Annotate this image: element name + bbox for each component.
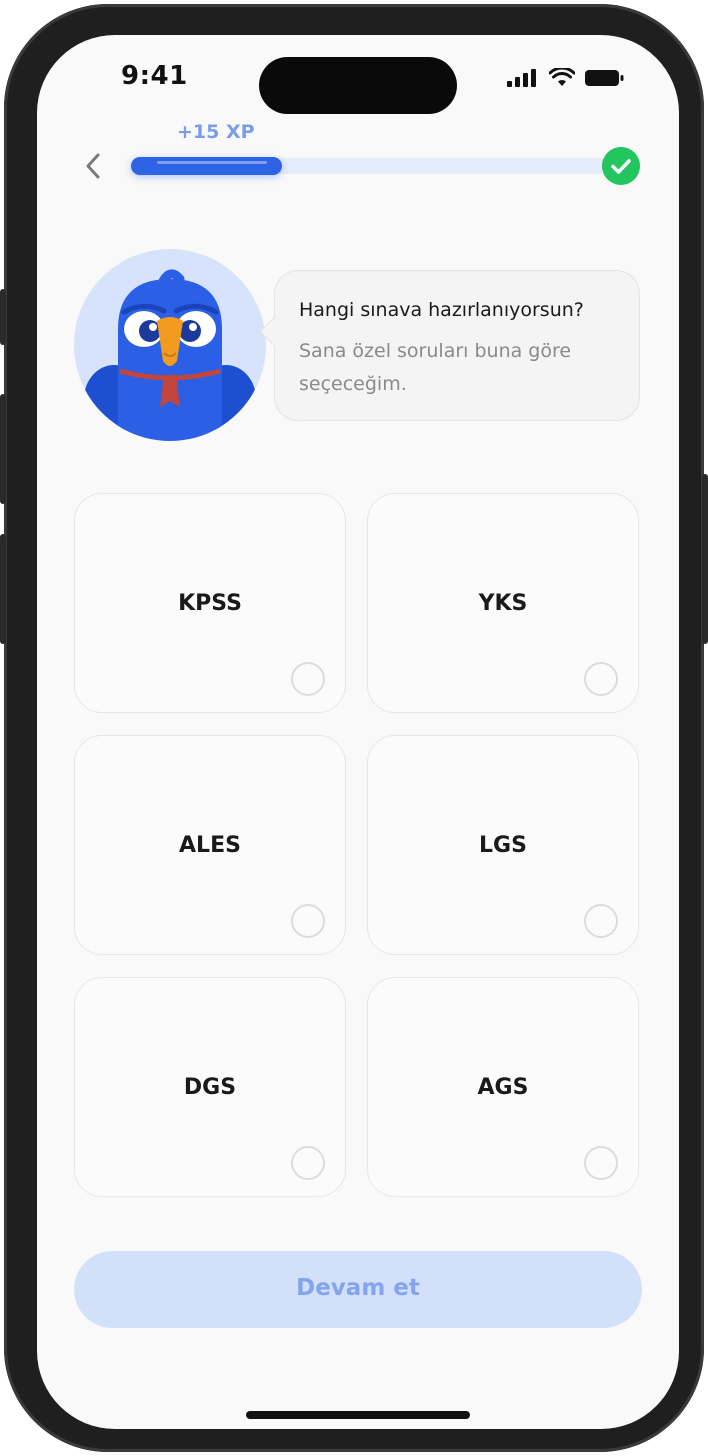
back-chevron-icon[interactable]	[81, 150, 105, 182]
radio-button[interactable]	[291, 662, 325, 696]
option-label: AGS	[477, 1075, 529, 1100]
volume-down-button	[0, 534, 6, 644]
radio-button[interactable]	[584, 1146, 618, 1180]
continue-button-label: Devam et	[296, 1275, 420, 1301]
xp-reward-label: +15 XP	[177, 121, 255, 143]
status-icons	[507, 68, 625, 87]
question-title: Hangi sınava hazırlanıyorsun?	[299, 299, 584, 321]
option-card-lgs[interactable]: LGS	[367, 735, 639, 955]
phone-frame: 9:41 +15 XP Hangi sınava hazırlanıyorsun…	[0, 4, 708, 1452]
home-indicator[interactable]	[246, 1411, 470, 1419]
option-card-yks[interactable]: YKS	[367, 493, 639, 713]
option-label: KPSS	[178, 591, 242, 616]
option-label: LGS	[479, 833, 527, 858]
option-card-kpss[interactable]: KPSS	[74, 493, 346, 713]
option-label: ALES	[179, 833, 241, 858]
bird-mascot-icon	[84, 269, 256, 441]
continue-button[interactable]: Devam et	[74, 1251, 642, 1328]
completion-check-icon	[602, 147, 640, 185]
wifi-icon	[549, 68, 575, 86]
speech-bubble: Hangi sınava hazırlanıyorsun? Sana özel …	[259, 270, 640, 421]
radio-button[interactable]	[584, 662, 618, 696]
status-time: 9:41	[121, 61, 188, 91]
progress-bar-highlight	[157, 161, 267, 164]
dynamic-island	[259, 57, 457, 114]
radio-button[interactable]	[584, 904, 618, 938]
option-label: YKS	[478, 591, 528, 616]
volume-up-button	[0, 394, 6, 504]
battery-icon	[585, 69, 624, 86]
option-card-ales[interactable]: ALES	[74, 735, 346, 955]
radio-button[interactable]	[291, 904, 325, 938]
progress-bar-fill	[131, 157, 283, 175]
cellular-signal-icon	[507, 68, 536, 87]
mascot-avatar	[74, 249, 266, 441]
option-card-ags[interactable]: AGS	[367, 977, 639, 1197]
option-card-dgs[interactable]: DGS	[74, 977, 346, 1197]
power-button	[702, 474, 708, 644]
screen: 9:41 +15 XP Hangi sınava hazırlanıyorsun…	[37, 35, 679, 1429]
mute-switch	[0, 289, 6, 345]
radio-button[interactable]	[291, 1146, 325, 1180]
progress-bar	[131, 157, 619, 175]
option-label: DGS	[183, 1075, 237, 1100]
question-subtitle: Sana özel soruları buna göre seçeceğim.	[299, 340, 572, 395]
exam-options-grid: KPSS YKS ALES LGS DGS AGS	[74, 493, 641, 1199]
